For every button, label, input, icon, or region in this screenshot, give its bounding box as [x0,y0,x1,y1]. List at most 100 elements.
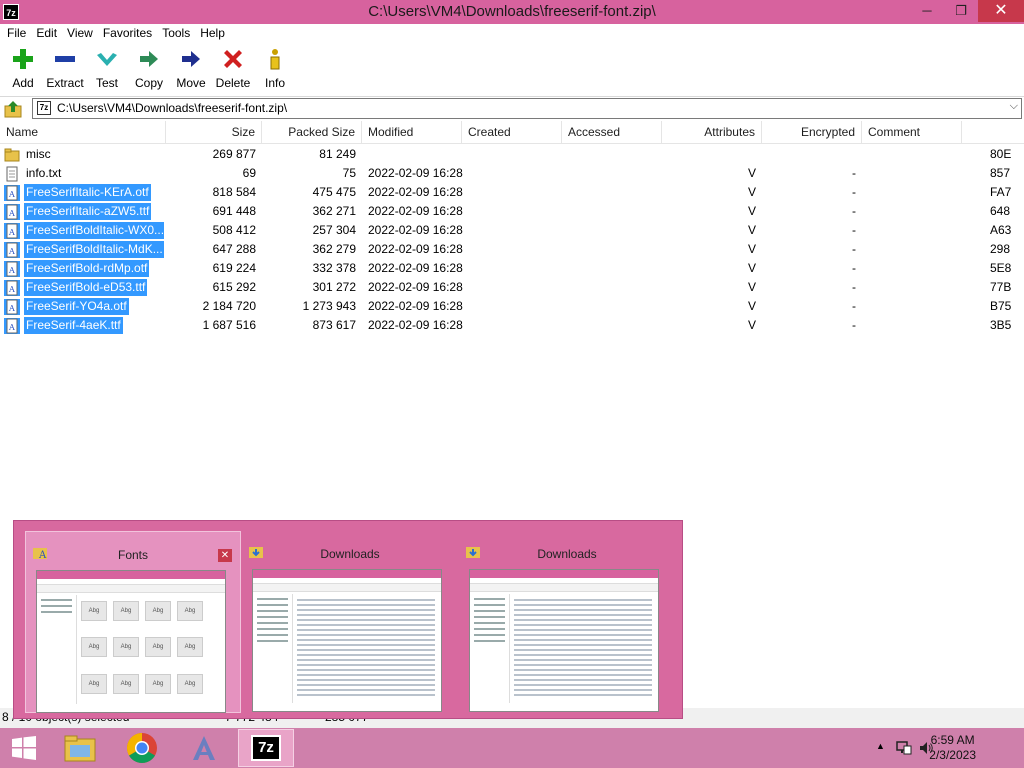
start-button[interactable] [0,729,48,767]
cell-name: A FreeSerifBold-eD53.ttf [4,278,164,297]
taskbar-font-viewer[interactable] [176,729,232,767]
add-button[interactable]: Add [2,43,44,94]
7zip-icon: 7z [251,735,281,761]
copy-label: Copy [134,76,163,90]
file-name: FreeSerifBold-eD53.ttf [24,279,148,296]
file-row[interactable]: A FreeSerifBold-rdMp.otf 619 224 332 378 202… [0,259,1024,278]
cell-crc: FA7 [990,185,1012,199]
file-row[interactable]: A FreeSerifBoldItalic-WX0... 508 412 257 30… [0,221,1024,240]
window-title: C:\Users\VM4\Downloads\freeserif-font.zi… [368,3,656,20]
cell-modified: 2022-02-09 16:28 [368,166,463,180]
cell-size: 619 224 [212,261,256,275]
start-icon [12,736,36,760]
font-file-icon: A [4,241,20,258]
menu-tools[interactable]: Tools [157,24,195,43]
clock-time: 6:59 AM [930,733,975,747]
column-name[interactable]: Name [0,121,166,144]
file-row[interactable]: A FreeSerifItalic-KErA.otf 818 584 475 475 2… [0,183,1024,202]
minimize-button[interactable]: ─ [910,0,944,22]
test-button[interactable]: Test [86,43,128,94]
menu-help[interactable]: Help [195,24,230,43]
up-folder-icon[interactable] [4,100,22,118]
taskbar-7zip[interactable]: 7z [238,729,294,767]
file-row[interactable]: info.txt 69 75 2022-02-09 16:28 V - 857 [0,164,1024,183]
cell-attributes: V [747,261,756,275]
address-path: C:\Users\VM4\Downloads\freeserif-font.zi… [57,101,288,115]
file-name: misc [26,147,51,161]
column-comment[interactable]: Comment [862,121,962,144]
menu-edit[interactable]: Edit [31,24,62,43]
cell-packed-size: 81 249 [319,147,356,161]
network-icon[interactable] [896,740,912,756]
file-row[interactable]: A FreeSerifItalic-aZW5.ttf 691 448 362 271 2… [0,202,1024,221]
restore-button[interactable]: ❐ [944,0,978,22]
cell-encrypted: - [852,261,856,275]
delete-button[interactable]: Delete [212,43,254,94]
file-row[interactable]: misc 269 877 81 249 80E [0,145,1024,164]
column-size[interactable]: Size [166,121,262,144]
cell-name: A FreeSerif-YO4a.otf [4,297,164,316]
cell-packed-size: 75 [342,166,356,180]
clock[interactable]: 6:59 AM 2/3/2023 [929,733,976,763]
file-row[interactable]: A FreeSerif-4aeK.ttf 1 687 516 873 617 2022-… [0,316,1024,335]
cell-attributes: V [747,242,756,256]
info-button[interactable]: Info [254,43,296,94]
thumbnail-downloads-2[interactable]: Downloads [459,531,675,713]
cell-attributes: V [747,185,756,199]
font-viewer-icon [193,736,215,760]
window-controls: ─ ❐ ✕ [910,0,1024,24]
file-row[interactable]: A FreeSerif-YO4a.otf 2 184 720 1 273 943 202… [0,297,1024,316]
font-tile: Abg [177,637,203,658]
add-label: Add [12,76,34,90]
column-created[interactable]: Created [462,121,562,144]
cell-size: 269 877 [212,147,256,161]
font-file-icon: A [4,184,20,201]
extract-button[interactable]: Extract [44,43,86,94]
cell-modified: 2022-02-09 16:28 [368,299,463,313]
column-encrypted[interactable]: Encrypted [762,121,862,144]
cell-name: A FreeSerifBold-rdMp.otf [4,259,164,278]
text-file-icon [6,166,18,181]
copy-button[interactable]: Copy [128,43,170,94]
file-row[interactable]: A FreeSerifBoldItalic-MdK... 647 288 362 27… [0,240,1024,259]
menu-file[interactable]: File [2,24,31,43]
font-file-icon: A [4,279,20,296]
file-name: FreeSerifBold-rdMp.otf [24,260,150,277]
font-file-icon: A [4,222,20,239]
info-icon [270,49,280,70]
file-name: FreeSerif-4aeK.ttf [24,317,123,334]
move-label: Move [176,76,206,90]
cell-encrypted [762,145,856,164]
thumbnail-close-button[interactable]: ✕ [218,549,232,562]
thumbnail-downloads-1[interactable]: Downloads [242,531,458,713]
cell-encrypted: - [852,166,856,180]
font-tile: Abg [145,601,171,621]
column-attributes[interactable]: Attributes [662,121,762,144]
cell-crc: B75 [990,299,1012,313]
chrome-icon [126,733,157,764]
menu-view[interactable]: View [62,24,98,43]
column-accessed[interactable]: Accessed [562,121,662,144]
close-button[interactable]: ✕ [978,0,1024,22]
show-hidden-icons-icon[interactable]: ▲ [876,741,885,751]
thumbnail-fonts[interactable]: A Fonts ✕ Abg Abg Abg Abg Abg Abg Abg Abg Abg Abg… [25,531,241,713]
cell-encrypted: - [852,242,856,256]
delete-label: Delete [215,76,251,90]
cell-crc: A63 [990,223,1012,237]
file-name: FreeSerifBoldItalic-MdK... [24,241,164,258]
column-packed-size[interactable]: Packed Size [262,121,362,144]
file-row[interactable]: A FreeSerifBold-eD53.ttf 615 292 301 272 202… [0,278,1024,297]
taskbar-file-explorer[interactable] [52,729,108,767]
column-modified[interactable]: Modified [362,121,462,144]
font-tile: Abg [113,673,139,694]
move-button[interactable]: Move [170,43,212,94]
address-field[interactable]: 7z C:\Users\VM4\Downloads\freeserif-font… [32,98,1022,119]
file-explorer-icon [64,735,96,762]
thumbnail-title: Downloads [320,547,380,561]
thumbnail-preview: Abg Abg Abg Abg Abg Abg Abg Abg Abg Abg Abg Abg [36,570,226,713]
chevron-down-icon[interactable]: ⌵ [1010,100,1018,113]
folder-icon [4,148,20,161]
cell-attributes: V [747,166,756,180]
menu-favorites[interactable]: Favorites [98,24,157,43]
taskbar-chrome[interactable] [114,729,170,767]
